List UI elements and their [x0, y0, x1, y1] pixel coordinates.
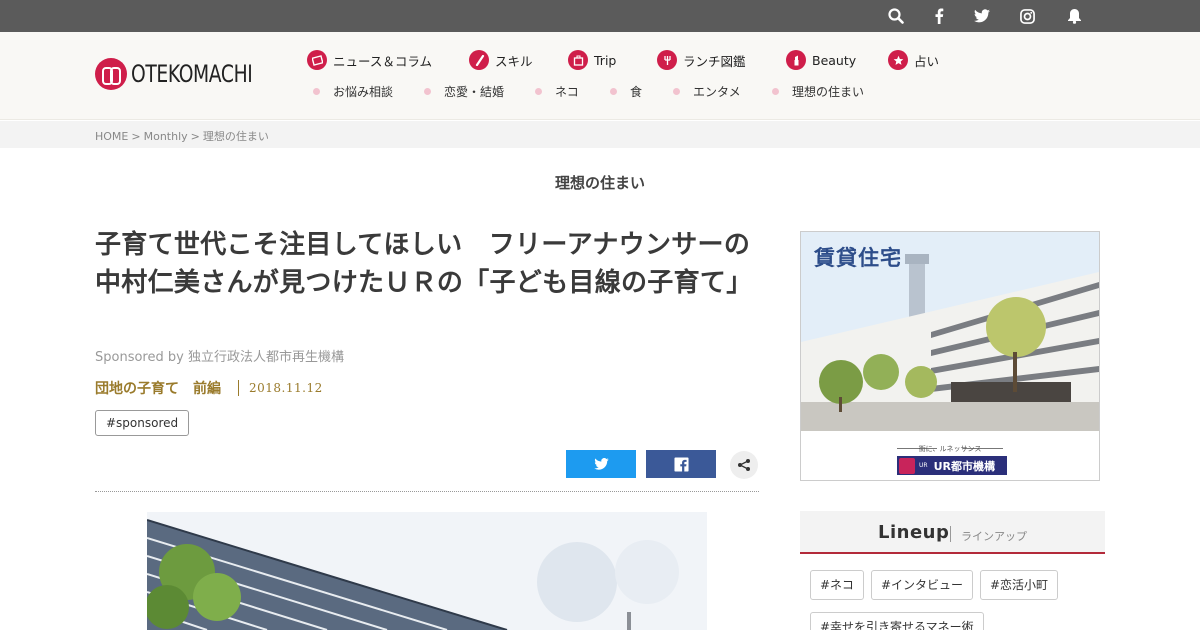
star-icon — [888, 50, 908, 70]
lineup-divider — [950, 526, 951, 542]
subnav-item-label: 恋愛・結婚 — [444, 84, 505, 99]
twitter-icon[interactable] — [973, 7, 991, 25]
breadcrumb: HOME > Monthly > 理想の住まい — [95, 128, 269, 144]
bell-icon[interactable] — [1065, 7, 1083, 25]
breadcrumb-home[interactable]: HOME — [95, 130, 128, 143]
breadcrumb-current: 理想の住まい — [202, 130, 269, 143]
article-title: 子育て世代こそ注目してほしい フリーアナウンサーの中村仁美さんが見つけたＵＲの「… — [95, 230, 753, 298]
twitter-icon — [593, 458, 609, 470]
series-link[interactable]: 団地の子育て 前編 — [95, 378, 221, 398]
nav-item-news[interactable]: ニュース＆コラム — [307, 49, 432, 71]
bullet-dot — [772, 87, 779, 95]
section-title: 理想の住まい — [554, 174, 645, 192]
lineup-subtitle: ラインアップ — [961, 530, 1027, 543]
lipstick-icon — [786, 50, 806, 70]
suitcase-icon — [568, 50, 588, 70]
search-icon[interactable] — [887, 7, 905, 25]
share-more-button[interactable] — [730, 451, 758, 479]
subnav-item-housing[interactable]: 理想の住まい — [772, 84, 865, 99]
nav-item-label: スキル — [495, 53, 533, 69]
site-logo[interactable]: OTEKOMACHI — [95, 58, 287, 90]
facebook-icon[interactable] — [930, 7, 948, 25]
fork-icon — [657, 50, 677, 70]
bullet-dot — [424, 87, 431, 95]
ad-logo-name: UR都市機構 — [933, 459, 995, 473]
share-facebook-button[interactable] — [646, 450, 716, 478]
subnav-item-cat[interactable]: ネコ — [535, 84, 579, 99]
facebook-icon — [673, 456, 689, 472]
breadcrumb-bar: HOME > Monthly > 理想の住まい — [0, 121, 1200, 148]
nav-item-label: ニュース＆コラム — [333, 53, 433, 69]
logo-text: OTEKOMACHI — [131, 60, 253, 88]
lineup-header: Lineup ラインアップ — [800, 511, 1105, 554]
nav-item-label: Beauty — [812, 52, 857, 68]
subnav-item-label: 理想の住まい — [792, 84, 865, 99]
pencil-icon — [469, 50, 489, 70]
nav-item-trip[interactable]: Trip — [568, 49, 616, 71]
sponsored-by: Sponsored by 独立行政法人都市再生機構 — [95, 350, 344, 365]
subnav-item-consultation[interactable]: お悩み相談 — [313, 84, 394, 99]
bullet-dot — [673, 87, 680, 95]
breadcrumb-separator: > — [190, 130, 200, 143]
subnav-item-label: エンタメ — [693, 84, 741, 99]
nav-item-fortune[interactable]: 占い — [888, 49, 939, 71]
nav-item-beauty[interactable]: Beauty — [786, 49, 856, 71]
ad-logo: UR UR都市機構 — [897, 456, 1007, 475]
site-header: OTEKOMACHI — [0, 32, 1200, 120]
subnav-item-label: ネコ — [555, 84, 579, 99]
lineup-title: Lineup — [878, 522, 950, 543]
nav-item-label: 占い — [914, 53, 940, 69]
instagram-icon[interactable] — [1018, 7, 1036, 25]
ad-logo-small: UR — [919, 462, 928, 469]
breadcrumb-monthly[interactable]: Monthly — [144, 130, 188, 143]
lineup-tag[interactable]: #恋活小町 — [980, 570, 1059, 600]
subnav-item-label: 食 — [630, 84, 643, 99]
bullet-dot — [535, 87, 542, 95]
subnav-item-food[interactable]: 食 — [610, 84, 643, 99]
nav-item-label: Trip — [594, 52, 617, 68]
nav-item-label: ランチ図鑑 — [683, 53, 746, 69]
subnav-item-love[interactable]: 恋愛・結婚 — [424, 84, 505, 99]
share-icon — [738, 459, 750, 471]
ad-footer: 街に、ルネッサンス UR UR都市機構 — [801, 431, 1099, 480]
top-bar — [0, 0, 1200, 32]
bullet-dot — [610, 87, 617, 95]
subnav-item-label: お悩み相談 — [333, 84, 394, 99]
ad-photo: 賃貸住宅 — [801, 232, 1099, 431]
nav-item-lunch[interactable]: ランチ図鑑 — [657, 49, 746, 71]
nav-item-skill[interactable]: スキル — [469, 49, 533, 71]
breadcrumb-separator: > — [131, 130, 141, 143]
lineup-tag[interactable]: #ネコ — [810, 570, 864, 600]
subnav-item-entertainment[interactable]: エンタメ — [673, 84, 741, 99]
tag-sponsored[interactable]: #sponsored — [95, 410, 190, 436]
series-divider — [238, 380, 239, 396]
lineup-tag[interactable]: #インタビュー — [871, 570, 974, 600]
article-date: 2018.11.12 — [249, 381, 323, 395]
news-icon — [307, 50, 327, 70]
hero-image — [147, 512, 707, 630]
ur-logo-icon — [899, 457, 915, 474]
ad-tagline: 街に、ルネッサンス — [918, 445, 982, 453]
share-twitter-button[interactable] — [566, 450, 636, 478]
ad-title: 賃貸住宅 — [814, 246, 902, 270]
lineup-tag[interactable]: #幸せを引き寄せるマネー術 — [810, 612, 984, 630]
logo-mark — [95, 58, 127, 90]
ad-banner[interactable]: 賃貸住宅 街に、ルネッサンス UR UR都市機構 — [800, 231, 1100, 481]
divider — [95, 491, 759, 492]
bullet-dot — [313, 87, 320, 95]
